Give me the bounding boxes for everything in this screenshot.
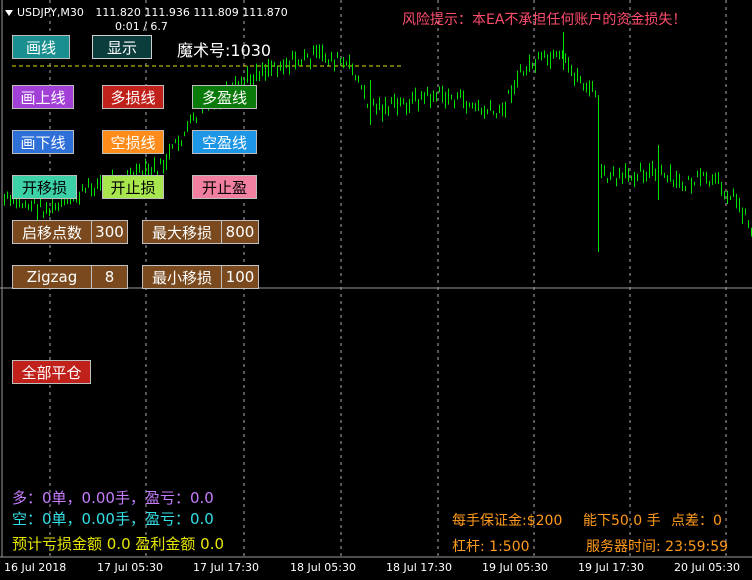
max-trail-value[interactable]: 800 (222, 221, 258, 243)
show-button[interactable]: 显示 (92, 35, 152, 59)
min-trail-setting[interactable]: 最小移损 100 (142, 265, 259, 289)
dropdown-arrow-icon[interactable] (5, 10, 13, 16)
margin-per-lot: 每手保证金:$200 (452, 513, 563, 529)
short-stoploss-button[interactable]: 空损线 (102, 130, 164, 154)
long-takeprofit-button[interactable]: 多盈线 (192, 85, 257, 109)
x-axis-label: 18 Jul 17:30 (386, 561, 452, 574)
long-stoploss-button[interactable]: 多损线 (102, 85, 164, 109)
short-position-summary: 空：0单，0.00手，盈亏：0.0 (12, 510, 214, 528)
x-axis-label: 16 Jul 2018 (4, 561, 67, 574)
risk-warning: 风险提示：本EA不承担任何账户的资金损失！ (402, 12, 687, 28)
trail-start-setting[interactable]: 启移点数 300 (12, 220, 128, 244)
x-axis-label: 20 Jul 05:30 (674, 561, 740, 574)
min-trail-value[interactable]: 100 (222, 266, 258, 288)
estimate-summary: 预计亏损金额 0.0 盈利金额 0.0 (12, 535, 225, 553)
close-all-button[interactable]: 全部平仓 (12, 360, 91, 384)
symbol-label: USDJPY,M30 (17, 6, 84, 19)
chart-header: USDJPY,M30 111.820 111.936 111.809 111.8… (5, 6, 288, 19)
trail-start-value[interactable]: 300 (92, 221, 127, 243)
max-trail-label: 最大移损 (143, 221, 222, 243)
zigzag-label: Zigzag (13, 266, 92, 288)
trail-start-label: 启移点数 (13, 221, 92, 243)
draw-line-button[interactable]: 画线 (12, 35, 70, 59)
leverage: 杠杆: 1:500 (452, 539, 530, 555)
x-axis-label: 19 Jul 17:30 (578, 561, 644, 574)
x-axis-label: 17 Jul 17:30 (193, 561, 259, 574)
magic-number-label: 魔术号:1030 (177, 41, 272, 60)
x-axis-label: 17 Jul 05:30 (97, 561, 163, 574)
draw-lower-button[interactable]: 画下线 (12, 130, 74, 154)
spread-value: 点差：0 (671, 513, 722, 529)
spread-info: 0:01 / 6.7 (115, 20, 168, 33)
long-position-summary: 多：0单，0.00手，盈亏：0.0 (12, 489, 214, 507)
draw-upper-button[interactable]: 画上线 (12, 85, 74, 109)
open-takeprofit-button[interactable]: 开止盈 (192, 175, 257, 199)
max-lots: 能下50.0 手 (583, 513, 661, 529)
ohlc-values: 111.820 111.936 111.809 111.870 (95, 6, 288, 19)
max-trail-setting[interactable]: 最大移损 800 (142, 220, 259, 244)
short-takeprofit-button[interactable]: 空盈线 (192, 130, 257, 154)
zigzag-setting[interactable]: Zigzag 8 (12, 265, 128, 289)
min-trail-label: 最小移损 (143, 266, 222, 288)
open-stoploss-button[interactable]: 开止损 (102, 175, 164, 199)
x-axis-label: 19 Jul 05:30 (482, 561, 548, 574)
x-axis-label: 18 Jul 05:30 (290, 561, 356, 574)
mt4-chart-window: USDJPY,M30 111.820 111.936 111.809 111.8… (0, 0, 752, 580)
server-time: 服务器时间: 23:59:59 (586, 539, 729, 555)
zigzag-value[interactable]: 8 (92, 266, 127, 288)
open-trailing-button[interactable]: 开移损 (12, 175, 77, 199)
